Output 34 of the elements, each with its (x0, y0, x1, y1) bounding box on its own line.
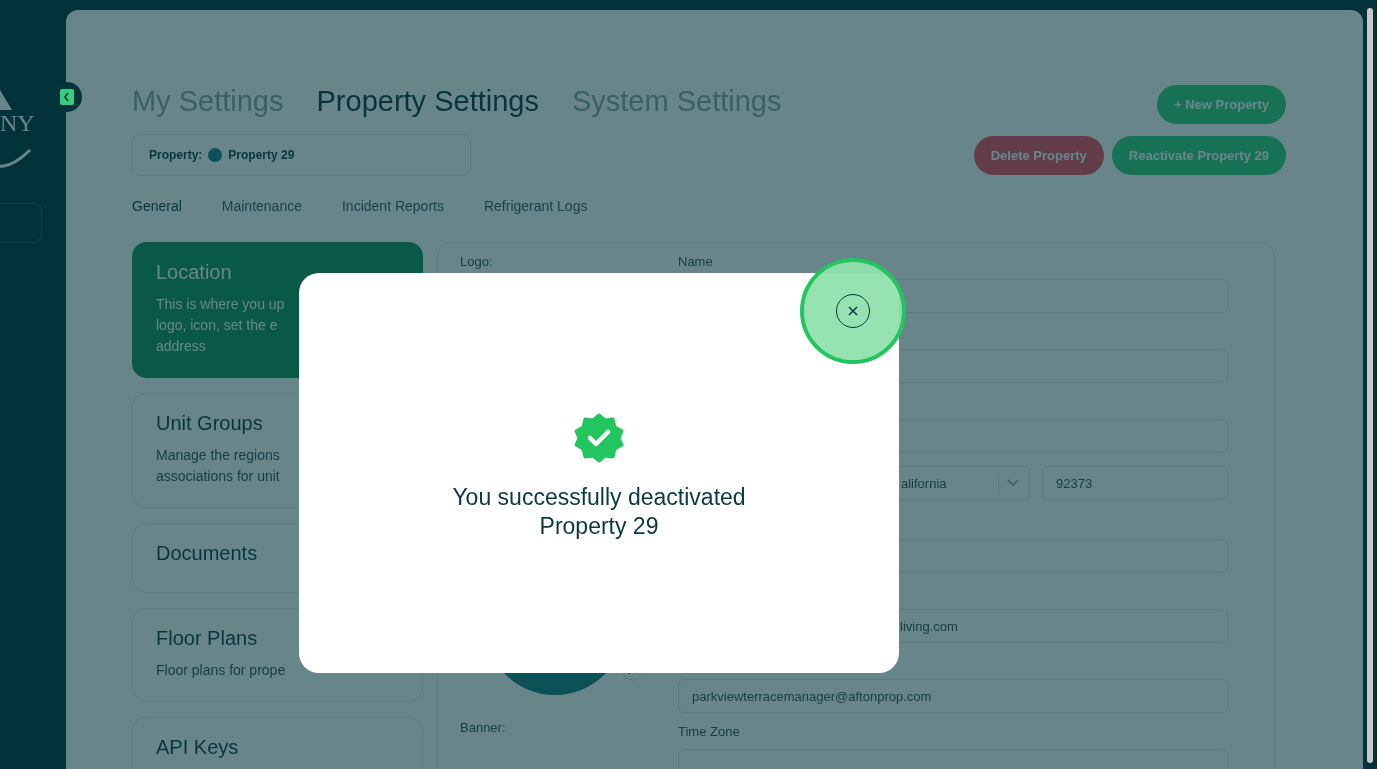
scrollbar[interactable] (1367, 8, 1373, 763)
success-message: You successfully deactivated Property 29 (451, 483, 747, 541)
property-dot (208, 148, 223, 162)
chevron-icon (1007, 479, 1019, 487)
property-name: Property 29 (228, 148, 295, 162)
section-description: Floor plans for prope (156, 661, 287, 680)
field-label: Logo: (460, 255, 494, 268)
section-tab[interactable]: Incident Reports (342, 198, 444, 214)
delete-button[interactable]: Delete Property (973, 136, 1104, 175)
action-button[interactable]: Reactivate Property 29 (1111, 136, 1286, 175)
section-title: Documents (156, 542, 259, 565)
section-title: API Keys (156, 736, 240, 759)
action-button[interactable]: + New Property (1157, 85, 1286, 124)
settings-tab[interactable]: Property Settings (316, 85, 539, 118)
section-description: Manage the regions associations for unit (156, 446, 281, 486)
field-label: Name (678, 255, 714, 268)
input-field[interactable]: parkviewterracemanager@aftonprop.com (678, 679, 1228, 713)
chevron-left-icon (60, 89, 74, 105)
section-tab[interactable]: Refrigerant Logs (483, 198, 588, 214)
field-label: Banner: (460, 721, 506, 734)
section-tab[interactable]: Maintenance (221, 198, 302, 214)
section-description: This is where you up logo, icon, set the e address (156, 295, 286, 356)
section-title: Floor Plans (156, 627, 259, 650)
section-title: Unit Groups (156, 412, 264, 435)
property-selector[interactable]: Property: Property 29 (132, 134, 471, 176)
selector-label: Property: (149, 148, 203, 162)
field-label: Time Zone (678, 725, 741, 738)
section-tab[interactable]: General (132, 198, 182, 214)
section-title: Location (156, 261, 233, 284)
verified-badge-icon (574, 413, 624, 463)
zip-field[interactable]: 92373 (1042, 466, 1228, 500)
section-card[interactable]: API Keys (132, 717, 423, 769)
logo-text: NY (0, 110, 35, 137)
close-icon (848, 306, 858, 316)
